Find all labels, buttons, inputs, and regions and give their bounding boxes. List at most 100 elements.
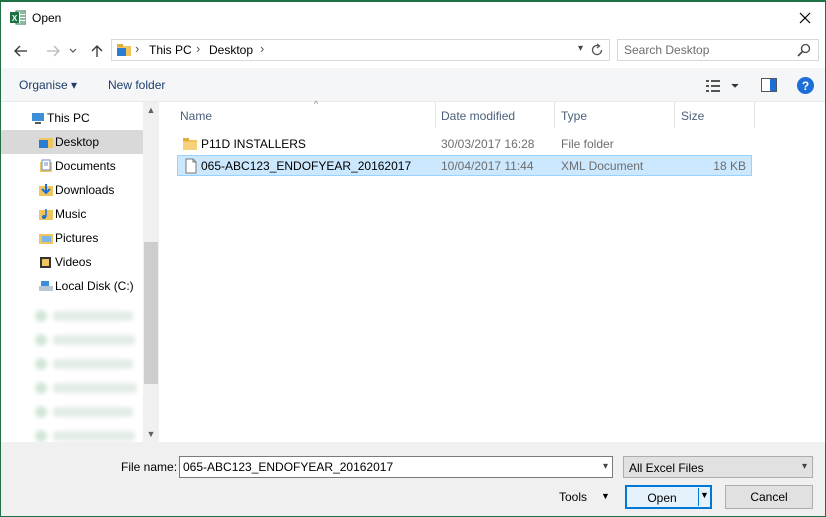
pictures-icon	[39, 234, 53, 244]
address-bar[interactable]: › This PC › Desktop › ▾	[111, 39, 610, 61]
computer-icon	[32, 113, 44, 124]
file-row-folder[interactable]: P11D INSTALLERS 30/03/2017 16:28 File fo…	[177, 134, 752, 155]
scroll-down-arrow-icon[interactable]: ▼	[143, 426, 159, 442]
file-row-xml[interactable]: 065-ABC123_ENDOFYEAR_20162017 10/04/2017…	[177, 155, 752, 176]
forward-button[interactable]	[44, 42, 62, 60]
blurred-item-icon	[35, 382, 47, 394]
desktop-folder-icon	[117, 44, 131, 56]
column-header-size[interactable]: Size	[675, 102, 755, 128]
videos-icon	[40, 257, 51, 268]
excel-icon: X	[10, 10, 26, 25]
search-icon[interactable]	[797, 43, 811, 57]
sidebar-item-label: Music	[55, 207, 87, 221]
open-button-label: Open	[647, 491, 677, 505]
chevron-down-icon[interactable]: ▾	[802, 461, 807, 472]
close-button[interactable]	[785, 2, 825, 34]
blurred-item	[53, 383, 137, 393]
title-bar: X Open	[1, 2, 825, 34]
file-size: 18 KB	[713, 159, 746, 173]
file-type: XML Document	[561, 159, 644, 173]
column-header-type-label: Type	[561, 109, 588, 123]
breadcrumb-desktop[interactable]: Desktop	[209, 43, 253, 57]
sidebar-item-label: Desktop	[55, 135, 100, 149]
sidebar-item-videos[interactable]: Videos	[1, 250, 143, 274]
file-type: File folder	[561, 137, 614, 151]
file-name-input[interactable]	[183, 460, 583, 474]
help-button[interactable]: ?	[797, 77, 814, 94]
file-name-combobox[interactable]: ▾	[179, 456, 613, 478]
file-list: ^ Name Date modified Type Size P11D INST…	[159, 99, 825, 442]
up-arrow-icon	[91, 45, 103, 57]
search-input[interactable]	[624, 43, 794, 57]
open-dropdown-icon[interactable]: ▼	[700, 490, 709, 500]
refresh-icon[interactable]	[589, 42, 605, 58]
column-header-type[interactable]: Type	[555, 102, 675, 128]
breadcrumb-this-pc[interactable]: This PC	[149, 43, 192, 57]
back-button[interactable]	[12, 42, 30, 60]
sidebar-item-local-disk-c[interactable]: Local Disk (C:)	[1, 274, 143, 298]
folder-icon	[183, 138, 197, 150]
file-date: 30/03/2017 16:28	[441, 137, 535, 151]
navigation-scrollbar[interactable]: ▲ ▼	[143, 102, 159, 442]
open-button[interactable]: Open ▼	[625, 485, 712, 509]
blurred-item	[53, 431, 135, 441]
desktop-folder-icon	[39, 138, 53, 148]
file-type-select[interactable]: All Excel Files ▾	[623, 456, 813, 478]
column-header-date-modified[interactable]: Date modified	[435, 102, 555, 128]
blurred-item-icon	[35, 334, 47, 346]
document-icon	[185, 158, 197, 174]
sidebar-item-label: This PC	[47, 111, 90, 125]
search-box[interactable]	[617, 39, 819, 61]
split-divider	[698, 488, 699, 506]
sidebar-item-label: Documents	[55, 159, 116, 173]
window-title: Open	[32, 11, 62, 25]
scrollbar-thumb[interactable]	[144, 242, 158, 384]
up-button[interactable]	[88, 42, 106, 60]
file-name: P11D INSTALLERS	[201, 137, 306, 151]
sidebar-item-documents[interactable]: Documents	[1, 154, 143, 178]
change-view-icon[interactable]	[705, 78, 741, 94]
breadcrumb-separator: ›	[196, 41, 201, 56]
drive-icon	[39, 281, 53, 291]
file-name-label: File name:	[121, 460, 178, 474]
column-header-date-label: Date modified	[441, 109, 516, 123]
command-bar: Organise ▾ New folder ?	[1, 68, 825, 102]
sidebar-item-label: Pictures	[55, 231, 99, 245]
sidebar-item-music[interactable]: Music	[1, 202, 143, 226]
preview-pane-icon[interactable]	[761, 78, 777, 92]
sidebar-item-downloads[interactable]: Downloads	[1, 178, 143, 202]
recent-locations-button[interactable]	[67, 42, 79, 60]
blurred-item-icon	[35, 310, 47, 322]
sidebar-item-desktop[interactable]: Desktop	[1, 130, 143, 154]
scroll-up-arrow-icon[interactable]: ▲	[143, 102, 159, 118]
open-dialog: X Open › This PC › Desktop › ▾ Search De…	[0, 0, 826, 517]
sidebar-item-pictures[interactable]: Pictures	[1, 226, 143, 250]
column-header-size-label: Size	[681, 109, 705, 123]
file-name: 065-ABC123_ENDOFYEAR_20162017	[201, 159, 412, 173]
column-header-name-label: Name	[180, 109, 213, 123]
music-icon	[39, 209, 53, 220]
tools-dropdown-icon[interactable]: ▼	[601, 491, 610, 501]
chevron-down-icon[interactable]: ▾	[603, 461, 608, 472]
blurred-item	[53, 311, 133, 321]
navigation-pane: This PC Desktop Documents Downloads Music Pic…	[1, 102, 159, 442]
address-dropdown-icon[interactable]: ▾	[578, 43, 583, 54]
organise-menu[interactable]: Organise ▾	[19, 78, 77, 92]
navigation-bar: › This PC › Desktop › ▾	[1, 34, 825, 68]
excel-icon-letter: X	[12, 14, 18, 23]
sidebar-item-label: Downloads	[55, 183, 115, 197]
sidebar-item-this-pc[interactable]: This PC	[1, 106, 143, 130]
new-folder-button[interactable]: New folder	[108, 78, 165, 92]
file-date: 10/04/2017 11:44	[441, 159, 534, 173]
breadcrumb-separator: ›	[135, 41, 140, 56]
blurred-item-icon	[35, 406, 47, 418]
tools-menu[interactable]: Tools	[559, 490, 587, 504]
file-type-value: All Excel Files	[629, 461, 704, 475]
chevron-down-icon	[69, 48, 77, 53]
cancel-button[interactable]: Cancel	[725, 485, 813, 509]
blurred-item	[53, 359, 133, 369]
column-header-name[interactable]: ^ Name	[174, 99, 436, 128]
back-arrow-icon	[14, 45, 27, 57]
breadcrumb-separator: ›	[260, 41, 265, 56]
sidebar-item-label: Local Disk (C:)	[55, 279, 134, 293]
